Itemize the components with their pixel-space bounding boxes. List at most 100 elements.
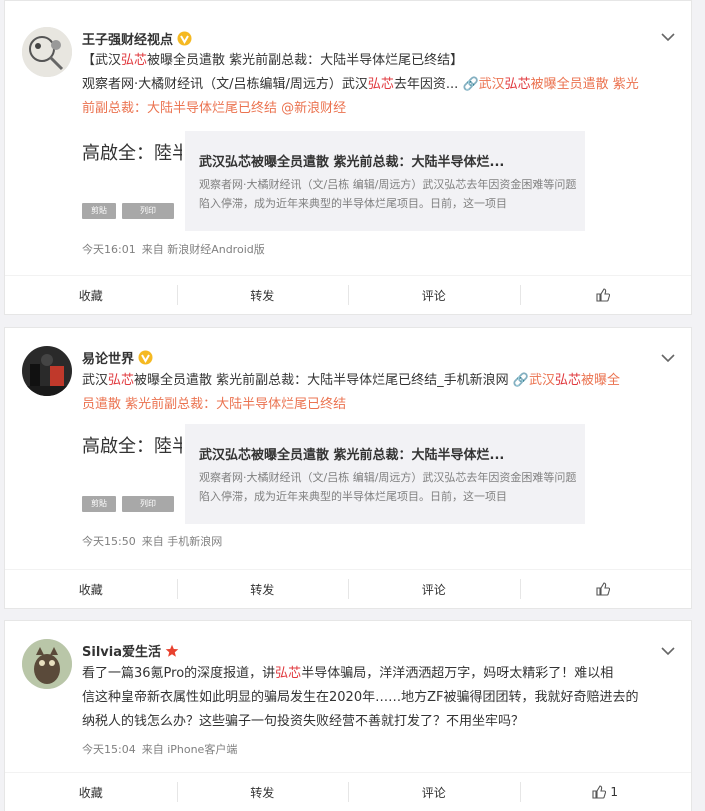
repost-label: 转发 xyxy=(250,785,275,800)
thumbs-up-icon xyxy=(596,582,611,596)
username[interactable]: 王子强财经视点 xyxy=(82,29,192,50)
thumbnail-print-label: 列印 xyxy=(122,203,174,219)
username[interactable]: Silvia爱生活 xyxy=(82,641,179,662)
like-count: 1 xyxy=(610,785,619,799)
article-card[interactable]: 武汉弘芯被曝全员遣散 紫光前总裁：大陆半导体烂... 观察者网·大橘财经讯（文/… xyxy=(185,131,585,231)
text-segment: 被曝全员遣散 紫光前副总裁：大陆半导体烂尾已终结】 xyxy=(147,53,464,68)
action-bar: 收藏 转发 评论 xyxy=(5,569,691,608)
favorite-label: 收藏 xyxy=(78,785,103,800)
thumbs-up-icon xyxy=(596,288,611,302)
favorite-button[interactable]: 收藏 xyxy=(5,570,177,608)
thumbnail-print-label: 列印 xyxy=(122,496,174,512)
post-meta: 今天16:01 来自 新浪财经Android版 xyxy=(82,241,271,257)
thumbnail-clip-label: 剪貼 xyxy=(82,203,116,219)
verified-badge-icon xyxy=(177,31,192,50)
chevron-down-icon[interactable] xyxy=(661,645,675,660)
feed-post: 王子强财经视点 【武汉弘芯被曝全员遣散 紫光前副总裁：大陆半导体烂尾已终结】 观… xyxy=(4,0,692,315)
post-source: 来自 手机新浪网 xyxy=(141,535,223,548)
article-thumbnail[interactable]: 高啟全：陸半 剪貼 列印 xyxy=(82,139,182,239)
username-text[interactable]: 易论世界 xyxy=(82,352,134,367)
feed-post: 易论世界 武汉弘芯被曝全员遣散 紫光前副总裁：大陆半导体烂尾已终结_手机新浪网 … xyxy=(4,327,692,609)
text-line: 纳税人的钱怎么办？这些骗子一句投资失败经营不善就打发了？不用坐牢吗？ xyxy=(82,714,525,729)
repost-label: 转发 xyxy=(250,288,275,303)
avatar-image xyxy=(22,346,72,396)
mention-link[interactable]: @新浪财经 xyxy=(277,101,346,116)
comment-button[interactable]: 评论 xyxy=(348,773,520,811)
text-line: 信这种皇帝新衣属性如此明显的骗局发生在2020年……地方ZF被骗得团团转，我就好… xyxy=(82,690,639,705)
post-text: 【武汉弘芯被曝全员遣散 紫光前副总裁：大陆半导体烂尾已终结】 观察者网·大橘财经… xyxy=(82,49,682,121)
post-source: 来自 新浪财经Android版 xyxy=(141,243,265,256)
link-segment[interactable]: 被曝全 xyxy=(581,373,620,388)
text-segment: 观察者网·大橘财经讯（文/吕栋编辑/周远方）武汉 xyxy=(82,77,368,92)
article-link[interactable]: 前副总裁：大陆半导体烂尾已终结 xyxy=(82,101,277,116)
link-keyword[interactable]: 弘芯 xyxy=(505,77,531,92)
repost-button[interactable]: 转发 xyxy=(176,276,349,314)
avatar[interactable] xyxy=(22,346,72,396)
link-segment[interactable]: 被曝全员遣散 紫光 xyxy=(531,77,639,92)
like-button[interactable] xyxy=(519,276,692,314)
verified-badge-icon xyxy=(138,350,153,369)
repost-button[interactable]: 转发 xyxy=(176,570,349,608)
post-text: 看了一篇36氪Pro的深度报道，讲弘芯半导体骗局，洋洋洒洒超万字，妈呀太精彩了！… xyxy=(82,662,682,734)
thumbs-up-icon xyxy=(592,785,607,799)
avatar[interactable] xyxy=(22,639,72,689)
article-card-description: 观察者网·大橘财经讯（文/吕栋 编辑/周远方）武汉弘芯去年因资金困难等问题陷入停… xyxy=(199,178,577,210)
article-card-description: 观察者网·大橘财经讯（文/吕栋 编辑/周远方）武汉弘芯去年因资金困难等问题陷入停… xyxy=(199,471,577,503)
repost-button[interactable]: 转发 xyxy=(176,773,349,811)
keyword-highlight: 弘芯 xyxy=(108,373,135,388)
comment-button[interactable]: 评论 xyxy=(348,570,520,608)
avatar-image xyxy=(22,27,72,77)
like-button[interactable]: 1 xyxy=(519,773,692,811)
post-meta: 今天15:50 来自 手机新浪网 xyxy=(82,533,228,549)
comment-label: 评论 xyxy=(421,785,446,800)
username-text[interactable]: 王子强财经视点 xyxy=(82,33,173,48)
text-segment: 被曝全员遣散 紫光前副总裁：大陆半导体烂尾已终结_手机新浪网 xyxy=(134,373,513,388)
chevron-down-icon[interactable] xyxy=(661,31,675,46)
text-segment: 去年因资... xyxy=(393,77,463,92)
text-segment: 半导体骗局，洋洋洒洒超万字，妈呀太精彩了！难以相 xyxy=(301,666,614,681)
username[interactable]: 易论世界 xyxy=(82,348,153,369)
favorite-button[interactable]: 收藏 xyxy=(5,773,177,811)
comment-label: 评论 xyxy=(421,288,446,303)
keyword-highlight: 弘芯 xyxy=(275,666,302,681)
post-source: 来自 iPhone客户端 xyxy=(141,743,238,756)
post-meta: 今天15:04 来自 iPhone客户端 xyxy=(82,741,243,757)
article-link[interactable]: 员遣散 紫光前副总裁：大陆半导体烂尾已终结 xyxy=(82,397,346,412)
post-text: 武汉弘芯被曝全员遣散 紫光前副总裁：大陆半导体烂尾已终结_手机新浪网 🔗武汉弘芯… xyxy=(82,369,682,417)
like-button[interactable] xyxy=(519,570,692,608)
chevron-down-icon[interactable] xyxy=(661,352,675,367)
keyword-highlight: 弘芯 xyxy=(367,77,394,92)
thumbnail-text: 高啟全：陸半 xyxy=(82,436,182,457)
thumbnail-text: 高啟全：陸半 xyxy=(82,143,182,164)
username-text[interactable]: Silvia爱生活 xyxy=(82,645,161,660)
post-time[interactable]: 今天15:50 xyxy=(82,535,136,548)
comment-button[interactable]: 评论 xyxy=(348,276,520,314)
star-badge-icon xyxy=(165,644,179,662)
favorite-button[interactable]: 收藏 xyxy=(5,276,177,314)
thumbnail-clip-label: 剪貼 xyxy=(82,496,116,512)
keyword-highlight: 弘芯 xyxy=(121,53,148,68)
link-segment[interactable]: 🔗武汉 xyxy=(513,373,555,388)
text-segment: 武汉 xyxy=(82,373,109,388)
text-segment: 看了一篇36氪Pro的深度报道，讲 xyxy=(82,666,276,681)
link-keyword[interactable]: 弘芯 xyxy=(555,373,581,388)
post-time[interactable]: 今天16:01 xyxy=(82,243,136,256)
text-segment: 【武汉 xyxy=(82,53,122,68)
comment-label: 评论 xyxy=(421,582,446,597)
article-thumbnail[interactable]: 高啟全：陸半 剪貼 列印 xyxy=(82,432,182,532)
action-bar: 收藏 转发 评论 xyxy=(5,275,691,314)
avatar[interactable] xyxy=(22,27,72,77)
feed-post: Silvia爱生活 看了一篇36氪Pro的深度报道，讲弘芯半导体骗局，洋洋洒洒超… xyxy=(4,620,692,811)
repost-label: 转发 xyxy=(250,582,275,597)
favorite-label: 收藏 xyxy=(78,288,103,303)
favorite-label: 收藏 xyxy=(78,582,103,597)
article-link[interactable]: 🔗武汉弘芯被曝全 xyxy=(513,373,620,388)
action-bar: 收藏 转发 评论 1 xyxy=(5,772,691,811)
post-time[interactable]: 今天15:04 xyxy=(82,743,136,756)
article-card[interactable]: 武汉弘芯被曝全员遣散 紫光前总裁：大陆半导体烂... 观察者网·大橘财经讯（文/… xyxy=(185,424,585,524)
article-card-title[interactable]: 武汉弘芯被曝全员遣散 紫光前总裁：大陆半导体烂... xyxy=(199,444,504,463)
link-segment[interactable]: 🔗武汉 xyxy=(462,77,504,92)
article-card-title[interactable]: 武汉弘芯被曝全员遣散 紫光前总裁：大陆半导体烂... xyxy=(199,151,504,170)
article-link[interactable]: 🔗武汉弘芯被曝全员遣散 紫光 xyxy=(462,77,638,92)
avatar-image xyxy=(22,639,72,689)
